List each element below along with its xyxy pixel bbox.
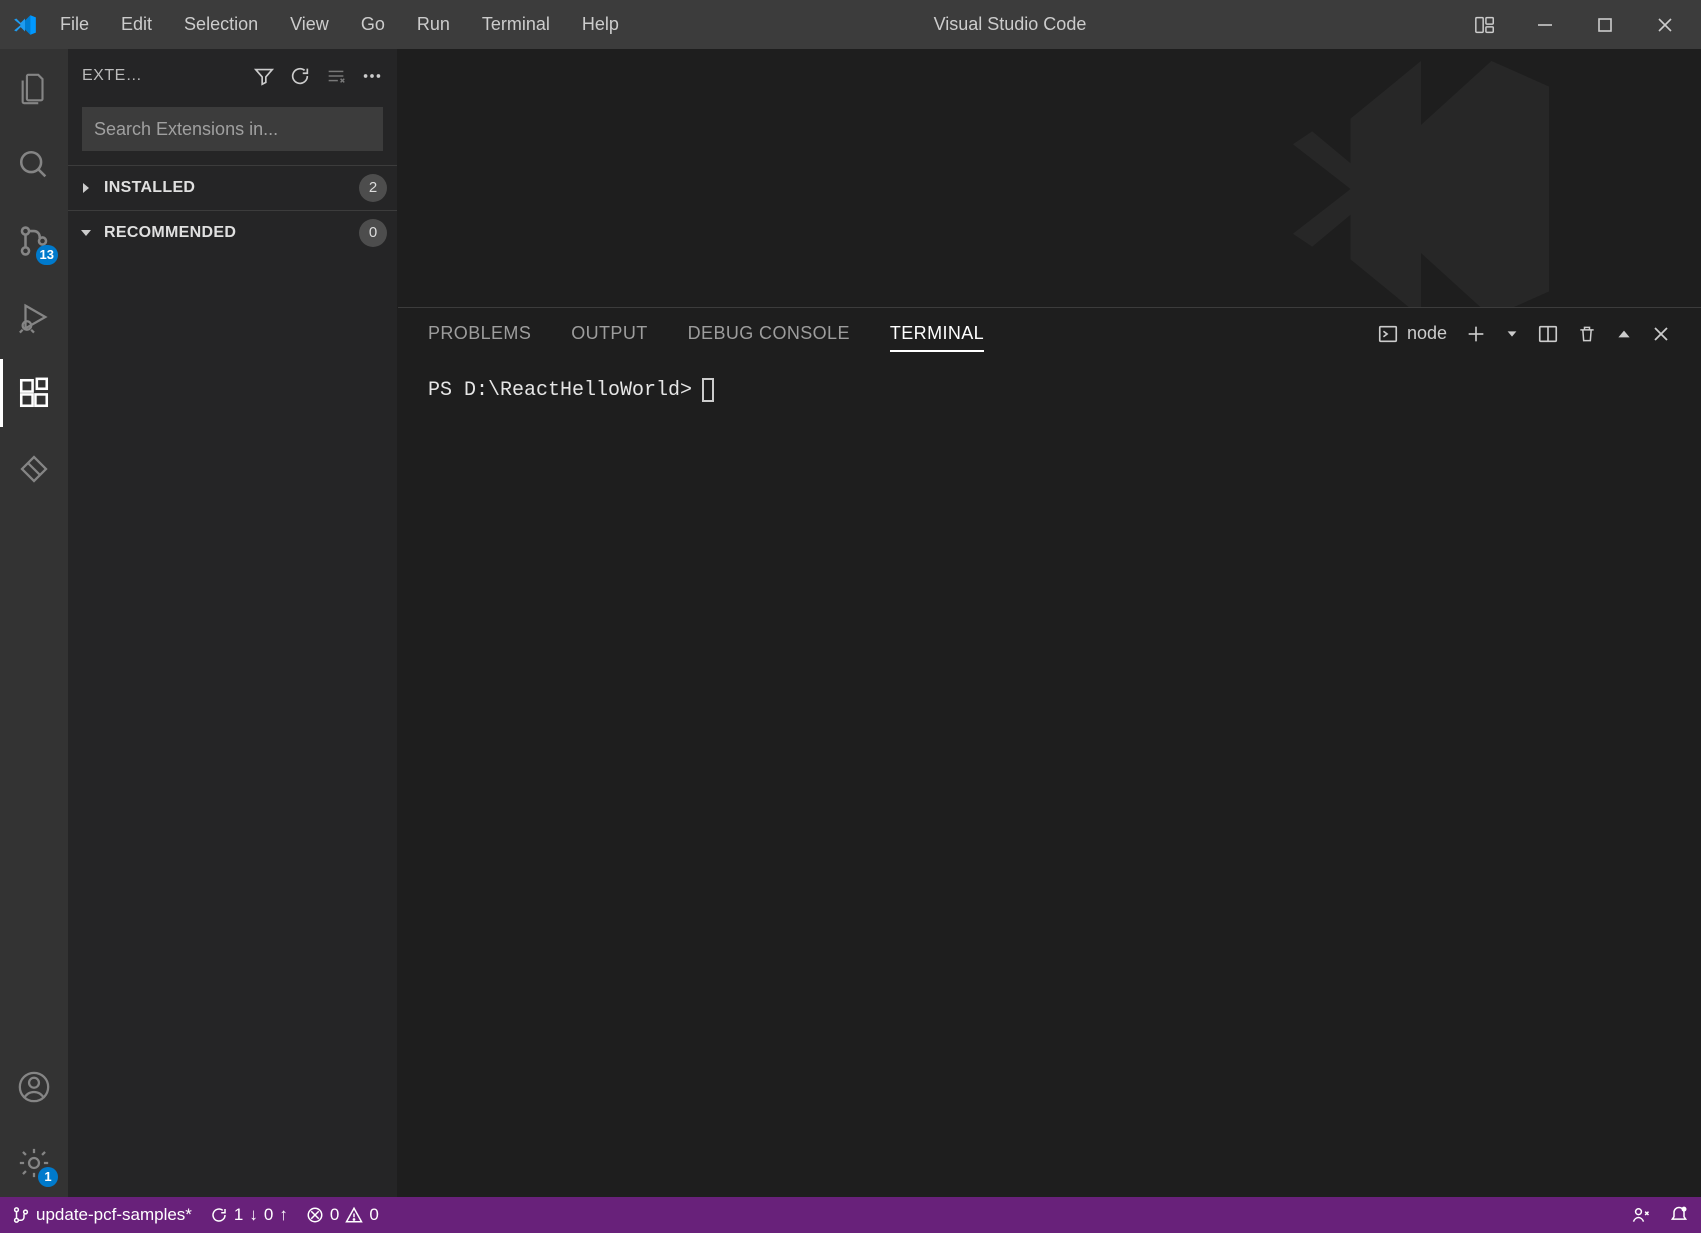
terminal-cursor (702, 378, 714, 402)
vscode-logo-icon (10, 12, 40, 38)
terminal-kind-selector[interactable]: node (1377, 323, 1447, 345)
activity-source-control[interactable]: 13 (0, 207, 68, 275)
layout-customize-icon[interactable] (1469, 14, 1501, 36)
activity-run-debug[interactable] (0, 283, 68, 351)
terminal-dropdown-icon[interactable] (1505, 327, 1519, 341)
section-recommended[interactable]: RECOMMENDED 0 (68, 211, 397, 255)
editor-background (398, 49, 1701, 307)
sidebar-extensions: EXTENSIONS INSTALLED 2 RECOMMENDED 0 (68, 49, 398, 1197)
extensions-search-input[interactable] (82, 107, 383, 151)
title-bar: File Edit Selection View Go Run Terminal… (0, 0, 1701, 49)
menu-file[interactable]: File (48, 10, 101, 39)
status-sync[interactable]: 1 ↓ 0 ↑ (210, 1205, 288, 1225)
status-feedback[interactable] (1631, 1205, 1651, 1225)
arrow-up-icon: ↑ (279, 1205, 288, 1225)
menu-run[interactable]: Run (405, 10, 462, 39)
terminal-kind-label: node (1407, 323, 1447, 344)
window-close-icon[interactable] (1649, 15, 1681, 35)
sync-incoming: 1 (234, 1205, 243, 1225)
menu-view[interactable]: View (278, 10, 341, 39)
source-control-badge: 13 (36, 245, 58, 265)
maximize-panel-icon[interactable] (1615, 325, 1633, 343)
terminal-prompt-text: PS D:\ReactHelloWorld> (428, 379, 692, 402)
status-warnings-count: 0 (369, 1205, 378, 1225)
panel: PROBLEMS OUTPUT DEBUG CONSOLE TERMINAL n… (398, 307, 1701, 1197)
refresh-icon[interactable] (289, 65, 311, 87)
activity-additional[interactable] (0, 435, 68, 503)
status-notifications[interactable] (1669, 1205, 1689, 1225)
sidebar-title: EXTENSIONS (82, 67, 150, 85)
section-recommended-label: RECOMMENDED (104, 224, 236, 242)
section-installed[interactable]: INSTALLED 2 (68, 166, 397, 210)
kill-terminal-icon[interactable] (1577, 323, 1597, 345)
tab-debug-console[interactable]: DEBUG CONSOLE (688, 315, 850, 352)
split-terminal-icon[interactable] (1537, 323, 1559, 345)
recommended-count-badge: 0 (359, 219, 387, 247)
chevron-right-icon (78, 180, 96, 196)
status-branch[interactable]: update-pcf-samples* (12, 1205, 192, 1225)
terminal-body[interactable]: PS D:\ReactHelloWorld> (398, 360, 1701, 1197)
menu-go[interactable]: Go (349, 10, 397, 39)
activity-bar: 13 1 (0, 49, 68, 1197)
status-bar: update-pcf-samples* 1 ↓ 0 ↑ 0 0 (0, 1197, 1701, 1233)
status-problems[interactable]: 0 0 (306, 1205, 379, 1225)
sidebar-header: EXTENSIONS (68, 49, 397, 103)
editor-area: PROBLEMS OUTPUT DEBUG CONSOLE TERMINAL n… (398, 49, 1701, 1197)
sync-outgoing: 0 (264, 1205, 273, 1225)
filter-icon[interactable] (253, 65, 275, 87)
new-terminal-icon[interactable] (1465, 323, 1487, 345)
chevron-down-icon (78, 225, 96, 241)
installed-count-badge: 2 (359, 174, 387, 202)
activity-accounts[interactable] (0, 1053, 68, 1121)
menu-terminal[interactable]: Terminal (470, 10, 562, 39)
tab-output[interactable]: OUTPUT (571, 315, 647, 352)
app-title: Visual Studio Code (559, 14, 1461, 35)
arrow-down-icon: ↓ (249, 1205, 258, 1225)
activity-extensions[interactable] (0, 359, 68, 427)
menu-selection[interactable]: Selection (172, 10, 270, 39)
activity-search[interactable] (0, 131, 68, 199)
menu-edit[interactable]: Edit (109, 10, 164, 39)
status-errors-count: 0 (330, 1205, 339, 1225)
vscode-watermark-icon (1261, 49, 1581, 307)
tab-problems[interactable]: PROBLEMS (428, 315, 531, 352)
close-panel-icon[interactable] (1651, 324, 1671, 344)
section-installed-label: INSTALLED (104, 179, 195, 197)
status-branch-label: update-pcf-samples* (36, 1205, 192, 1225)
more-actions-icon[interactable] (361, 65, 383, 87)
activity-explorer[interactable] (0, 55, 68, 123)
window-minimize-icon[interactable] (1529, 15, 1561, 35)
settings-badge: 1 (38, 1167, 58, 1187)
clear-icon[interactable] (325, 65, 347, 87)
tab-terminal[interactable]: TERMINAL (890, 315, 984, 352)
activity-settings[interactable]: 1 (0, 1129, 68, 1197)
window-maximize-icon[interactable] (1589, 16, 1621, 34)
panel-tabs: PROBLEMS OUTPUT DEBUG CONSOLE TERMINAL n… (398, 308, 1701, 360)
